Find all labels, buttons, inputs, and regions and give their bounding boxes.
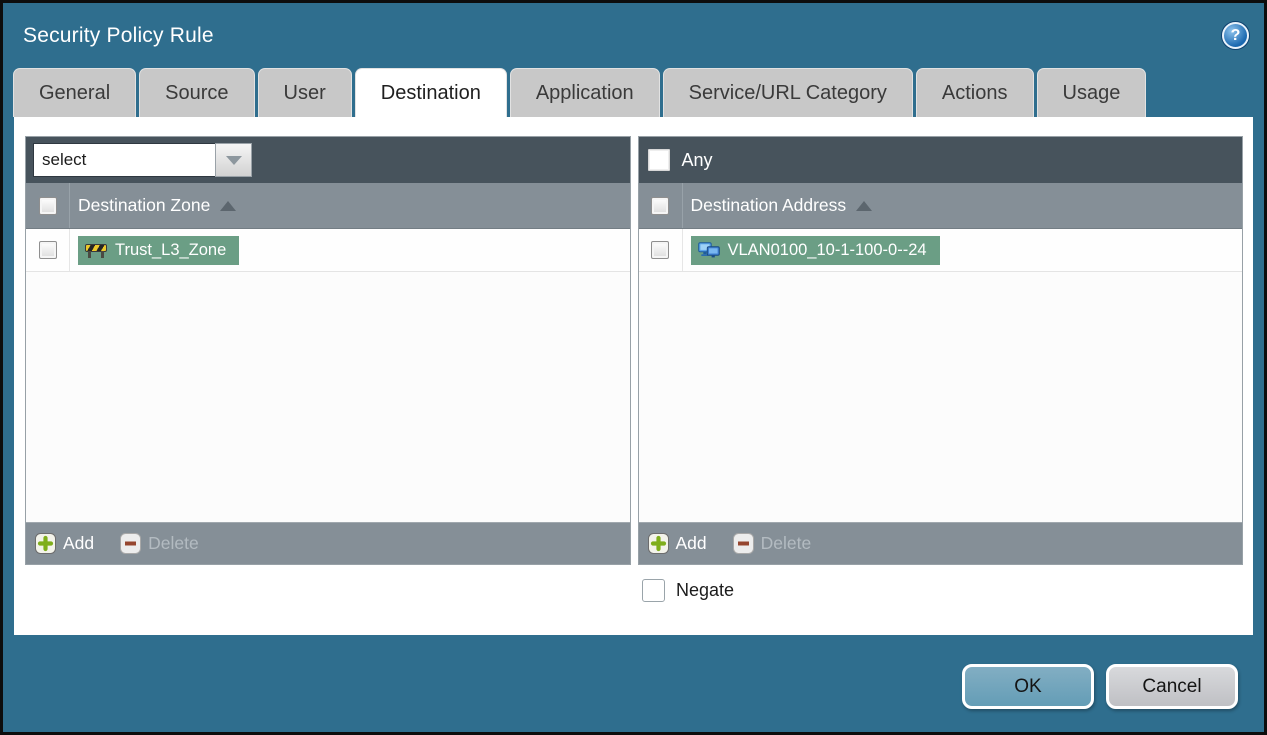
- add-icon: [647, 533, 669, 554]
- zone-select-dropdown[interactable]: select: [33, 143, 252, 177]
- chevron-down-icon: [225, 155, 242, 165]
- ok-button[interactable]: OK: [962, 664, 1094, 709]
- zone-barrier-icon: [85, 242, 107, 258]
- tab-usage[interactable]: Usage: [1036, 68, 1147, 117]
- select-all-zones-checkbox[interactable]: [38, 196, 57, 215]
- zone-select-value[interactable]: select: [33, 143, 215, 177]
- delete-icon: [120, 533, 142, 554]
- help-icon[interactable]: ?: [1222, 22, 1249, 49]
- network-address-icon: [697, 241, 720, 257]
- address-table-body: VLAN0100_10-1-100-0--24: [638, 229, 1242, 522]
- zone-column-title[interactable]: Destination Zone: [78, 195, 210, 216]
- negate-label: Negate: [676, 580, 735, 600]
- delete-icon: [732, 533, 754, 554]
- add-button[interactable]: Add: [35, 533, 94, 554]
- address-row-checkbox[interactable]: [651, 241, 669, 259]
- negate-checkbox[interactable]: [642, 579, 665, 602]
- tab-service-url-category[interactable]: Service/URL Category: [662, 68, 913, 117]
- title-bar: Security Policy Rule ?: [3, 3, 1264, 68]
- tab-user[interactable]: User: [257, 68, 352, 117]
- zone-value-chip[interactable]: Trust_L3_Zone: [78, 235, 240, 265]
- sort-asc-icon: [856, 200, 873, 211]
- any-checkbox[interactable]: [647, 149, 670, 171]
- zone-table-body: Trust_L3_Zone: [26, 229, 630, 522]
- dialog-title: Security Policy Rule: [23, 23, 214, 47]
- address-value-chip[interactable]: VLAN0100_10-1-100-0--24: [690, 235, 940, 265]
- address-panel-toolbar: Any: [638, 137, 1242, 183]
- tab-strip: General Source User Destination Applicat…: [3, 68, 1264, 117]
- cancel-button[interactable]: Cancel: [1106, 664, 1238, 709]
- negate-row: Negate: [642, 579, 1243, 602]
- add-button[interactable]: Add: [647, 533, 707, 554]
- dropdown-arrow-button[interactable]: [215, 143, 252, 177]
- sort-asc-icon: [220, 200, 237, 211]
- zone-panel-toolbar: select: [26, 137, 630, 183]
- table-row: VLAN0100_10-1-100-0--24: [638, 229, 1242, 272]
- address-panel-footer-toolbar: Add Delete: [638, 522, 1242, 564]
- destination-zone-panel: select Destination Zone Trust_L3_Zone Ad…: [25, 136, 631, 565]
- destination-tab-content: select Destination Zone Trust_L3_Zone Ad…: [14, 117, 1253, 635]
- zone-value-label: Trust_L3_Zone: [115, 240, 227, 259]
- zone-column-header: Destination Zone: [26, 183, 630, 229]
- security-policy-rule-dialog: Security Policy Rule ? General Source Us…: [0, 0, 1267, 735]
- destination-address-panel: Any Destination Address VLAN0100_10-1-10…: [637, 136, 1243, 565]
- tab-application[interactable]: Application: [509, 68, 660, 117]
- address-column-header: Destination Address: [638, 183, 1242, 229]
- tab-actions[interactable]: Actions: [915, 68, 1034, 117]
- any-label: Any: [681, 149, 713, 170]
- address-value-label: VLAN0100_10-1-100-0--24: [727, 240, 927, 259]
- tab-source[interactable]: Source: [139, 68, 255, 117]
- delete-button[interactable]: Delete: [120, 533, 199, 554]
- add-icon: [35, 533, 56, 554]
- tab-general[interactable]: General: [13, 68, 137, 117]
- dialog-footer: OK Cancel: [3, 635, 1264, 732]
- tab-destination[interactable]: Destination: [354, 68, 507, 117]
- address-column-title[interactable]: Destination Address: [691, 195, 847, 216]
- zone-row-checkbox[interactable]: [38, 241, 57, 259]
- delete-button[interactable]: Delete: [732, 533, 811, 554]
- zone-panel-footer-toolbar: Add Delete: [26, 522, 630, 564]
- table-row: Trust_L3_Zone: [26, 229, 630, 272]
- select-all-addresses-checkbox[interactable]: [651, 196, 669, 215]
